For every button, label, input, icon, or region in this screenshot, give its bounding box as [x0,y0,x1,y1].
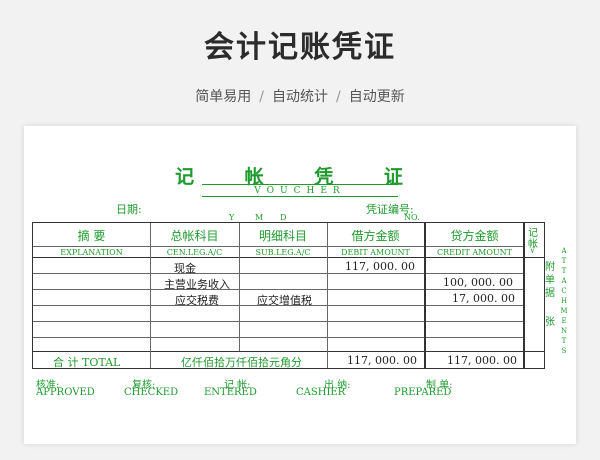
sign-approved-en: APPROVED [36,387,95,398]
total-line [33,351,544,352]
header-general-ledger-en: CEN.LEG.A/C [166,248,223,257]
row-3-detail: 应交增值税 [257,294,312,307]
row-1-debit: 117, 000. 00 [345,260,415,273]
row-line [33,321,523,322]
tagline-item: 自动统计 [272,89,328,105]
attachments-cn-4: 张 [545,317,555,328]
header-sub-ledger: 明细科目 [258,229,307,243]
voucher-sheet: 记 帐 凭 证 VOUCHER 日期: Y M D 凭证编号: NO. 摘 要 … [24,126,576,444]
tagline-item: 简单易用 [195,89,252,105]
header-general-ledger: 总帐科目 [170,229,219,243]
header-summary-en: EXPLANATION [60,248,123,257]
total-credit: 117, 000. 00 [447,354,517,367]
voucher-title-en: VOUCHER [254,186,346,196]
sign-entered-en: ENTERED [204,387,257,398]
col-line-thick [424,223,426,368]
row-2-general: 主营业务收入 [164,278,230,291]
date-label: 日期: [116,203,142,216]
title-underline-2 [202,196,398,197]
sign-checked-en: CHECKED [124,387,179,398]
row-line [33,337,523,338]
page-title: 会计记账凭证 [204,30,396,65]
total-caps-label: 亿仟佰拾万仟佰拾元角分 [181,356,302,369]
header-debit-en: DEBIT AMOUNT [341,248,410,257]
header-sub-ledger-en: SUB.LEG.A/C [255,248,311,257]
header-debit: 借方金额 [351,229,400,243]
header-bottom-line [33,257,544,258]
date-month: M [255,213,264,222]
col-line-thick [523,223,525,368]
sign-prepared-en: PREPARED [394,387,452,398]
row-2-credit: 100, 000. 00 [443,276,513,289]
col-line [327,223,328,368]
attachments-en: ATTACHMENTS [560,247,568,355]
posted-check-icon: √ [530,246,536,256]
attachments-cn-3: 据 [545,288,555,299]
row-3-credit: 17, 000. 00 [452,292,515,305]
voucher-number-en: NO. [404,213,420,222]
header-credit: 贷方金额 [450,229,499,243]
title-underline [202,184,398,185]
row-3-general: 应交税费 [175,294,219,307]
col-line [150,223,151,368]
tagline-separator: / [259,89,264,105]
tagline-separator: / [336,89,341,105]
total-debit: 117, 000. 00 [347,354,417,367]
sign-cashier-en: CASHIER [296,387,346,398]
row-1-general: 现金 [174,262,196,275]
header-credit-en: CREDIT AMOUNT [436,248,513,257]
total-label: 合 计 TOTAL [53,356,121,369]
tagline-item: 自动更新 [348,89,405,105]
date-year: Y [229,213,235,222]
row-line [33,273,523,274]
date-day: D [280,213,287,222]
voucher-table: 摘 要 EXPLANATION 总帐科目 CEN.LEG.A/C 明细科目 SU… [32,222,545,369]
row-line [33,289,523,290]
header-divider [33,246,523,247]
header-summary: 摘 要 [77,229,106,243]
tagline: 简单易用 / 自动统计 / 自动更新 [0,86,600,106]
